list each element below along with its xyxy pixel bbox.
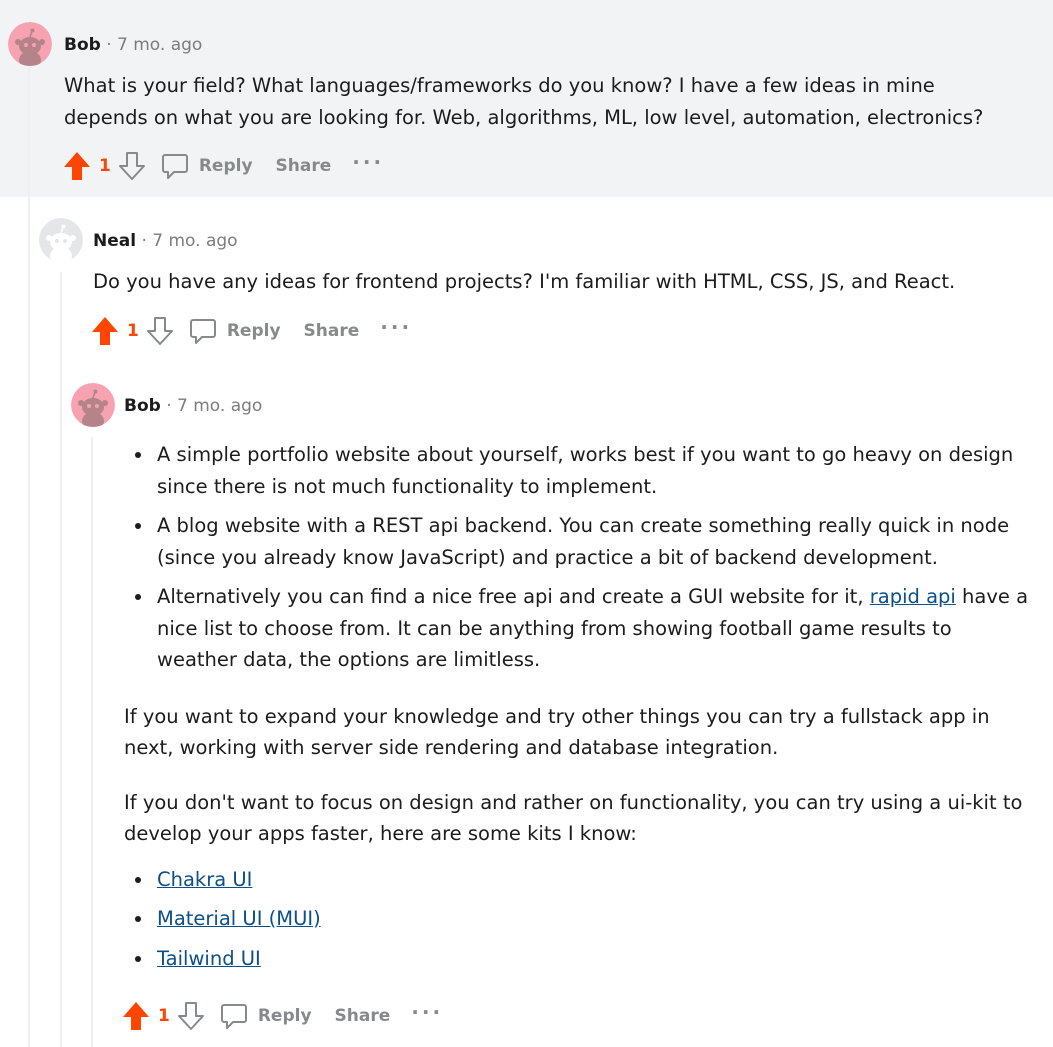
reply-button[interactable]: Reply — [219, 1001, 312, 1031]
list-item: Tailwind UI — [124, 943, 1029, 975]
comment-bubble-icon — [220, 1004, 247, 1029]
thread-line-1[interactable] — [28, 66, 30, 1047]
tailwind-ui-link[interactable]: Tailwind UI — [157, 947, 261, 970]
material-ui-link[interactable]: Material UI (MUI) — [157, 907, 321, 930]
snoo-avatar-icon — [39, 218, 83, 262]
list-item: A simple portfolio website about yoursel… — [124, 439, 1029, 502]
downvote-icon[interactable] — [145, 315, 175, 347]
reply-label: Reply — [198, 156, 253, 176]
author-name[interactable]: Bob — [64, 35, 101, 55]
paragraph: If you want to expand your knowledge and… — [124, 704, 990, 760]
author-name[interactable]: Neal — [93, 231, 136, 251]
more-icon[interactable]: ··· — [411, 1000, 443, 1024]
vote-score: 1 — [99, 156, 111, 176]
list-item: Chakra UI — [124, 864, 1029, 896]
vote-score: 1 — [127, 321, 139, 341]
chakra-ui-link[interactable]: Chakra UI — [157, 868, 252, 891]
list-item-text: Alternatively you can find a nice free a… — [157, 585, 870, 608]
comment-timestamp[interactable]: 7 mo. ago — [152, 231, 237, 251]
comment-actions: 1 Reply Share ··· — [62, 149, 384, 183]
comment-actions: 1 Reply Share ··· — [121, 999, 443, 1033]
upvote-icon[interactable] — [90, 315, 120, 347]
comment-meta: Bob · 7 mo. ago — [124, 395, 262, 417]
share-button[interactable]: Share — [276, 156, 332, 176]
author-name[interactable]: Bob — [124, 396, 161, 416]
comment-meta: Bob · 7 mo. ago — [64, 34, 202, 56]
comment-bubble-icon — [189, 319, 216, 344]
vote-score: 1 — [158, 1006, 170, 1026]
rapid-api-link[interactable]: rapid api — [870, 585, 956, 608]
kit-list: Chakra UI Material UI (MUI) Tailwind UI — [124, 864, 1029, 975]
list-item: A blog website with a REST api backend. … — [124, 510, 1029, 573]
comment-actions: 1 Reply Share ··· — [90, 314, 412, 348]
list-item: Material UI (MUI) — [124, 903, 1029, 935]
comment-bubble-icon — [161, 154, 188, 179]
reply-button[interactable]: Reply — [188, 316, 281, 346]
share-button[interactable]: Share — [335, 1006, 391, 1026]
comment-body: A simple portfolio website about yoursel… — [124, 439, 1029, 974]
comment-timestamp[interactable]: 7 mo. ago — [177, 396, 262, 416]
comment-text: What is your field? What languages/frame… — [64, 74, 984, 129]
comment-timestamp[interactable]: 7 mo. ago — [117, 35, 202, 55]
more-icon[interactable]: ··· — [380, 315, 412, 339]
avatar[interactable] — [71, 383, 115, 427]
share-button[interactable]: Share — [304, 321, 360, 341]
comment-body: Do you have any ideas for frontend proje… — [93, 266, 1023, 298]
snoo-avatar-icon — [8, 22, 52, 66]
more-icon[interactable]: ··· — [352, 150, 384, 174]
meta-separator: · — [166, 396, 172, 416]
avatar[interactable] — [8, 22, 52, 66]
meta-separator: · — [141, 231, 147, 251]
reply-label: Reply — [257, 1006, 312, 1026]
paragraph: If you don't want to focus on design and… — [124, 790, 1023, 846]
meta-separator: · — [106, 35, 112, 55]
comment-body: What is your field? What languages/frame… — [64, 70, 1024, 133]
thread-line-2[interactable] — [60, 272, 62, 1047]
upvote-icon[interactable] — [62, 150, 92, 182]
comment-text: Do you have any ideas for frontend proje… — [93, 270, 956, 293]
downvote-icon[interactable] — [117, 150, 147, 182]
list-item: Alternatively you can find a nice free a… — [124, 581, 1029, 676]
comment-meta: Neal · 7 mo. ago — [93, 230, 238, 252]
snoo-avatar-icon — [71, 383, 115, 427]
reply-label: Reply — [226, 321, 281, 341]
reply-button[interactable]: Reply — [160, 151, 253, 181]
thread-line-3[interactable] — [91, 437, 93, 1047]
downvote-icon[interactable] — [176, 1000, 206, 1032]
upvote-icon[interactable] — [121, 1000, 151, 1032]
idea-list: A simple portfolio website about yoursel… — [124, 439, 1029, 676]
avatar[interactable] — [39, 218, 83, 262]
